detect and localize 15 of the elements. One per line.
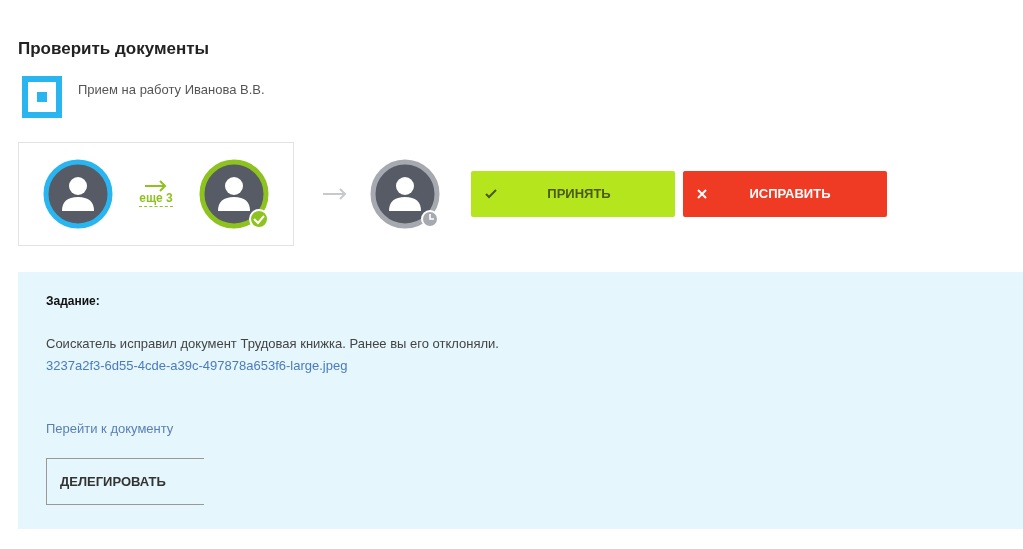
accept-button[interactable]: ПРИНЯТЬ [471, 170, 675, 217]
task-heading: Задание: [46, 292, 101, 310]
close-icon [697, 188, 707, 199]
delegate-button[interactable]: ДЕЛЕГИРОВАТЬ [46, 458, 204, 505]
document-title: Прием на работу Иванова В.В. [78, 80, 265, 99]
arrow-icon [144, 180, 168, 193]
more-link[interactable]: еще 3 [139, 192, 173, 207]
document-icon [22, 75, 62, 118]
document-link[interactable]: Перейти к документу [46, 419, 174, 439]
check-icon [485, 188, 497, 199]
task-message: Соискатель исправил документ Трудовая книжка. Ранее вы его отклоняли. [46, 334, 500, 353]
page-title: Проверить документы [18, 38, 211, 60]
fix-button[interactable]: ИСПРАВИТЬ [683, 170, 887, 217]
arrow-icon [322, 187, 348, 200]
file-link[interactable]: 3237a2f3-6d55-4cde-a39c-497878a653f6-large.jpeg [46, 358, 348, 373]
